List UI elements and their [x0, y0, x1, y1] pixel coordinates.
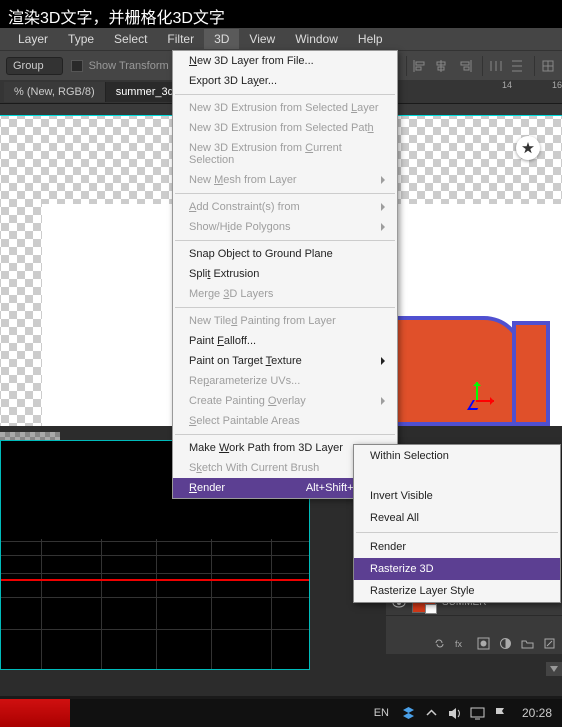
checkbox-icon[interactable]	[71, 60, 83, 72]
menu-item: New 3D Extrusion from Selected Path	[173, 118, 397, 138]
3d-menu-dropdown: New 3D Layer from File...Export 3D Layer…	[172, 50, 398, 499]
menu-item[interactable]: Paint on Target Texture	[173, 351, 397, 371]
submenu-arrow-icon	[381, 223, 389, 231]
tray-arrow-icon[interactable]	[424, 706, 439, 721]
link-icon[interactable]	[433, 637, 446, 650]
menu-type[interactable]: Type	[58, 29, 104, 49]
menu-view[interactable]: View	[239, 29, 285, 49]
menu-item[interactable]: Paint Falloff...	[173, 331, 397, 351]
menu-layer[interactable]: Layer	[8, 29, 58, 49]
context-menu-item[interactable]: Within Selection	[354, 445, 560, 467]
star-icon	[522, 142, 534, 154]
menu-item: New 3D Extrusion from Selected Layer	[173, 98, 397, 118]
tray-dropbox-icon[interactable]	[401, 706, 416, 721]
doc-tab-1[interactable]: % (New, RGB/8)	[4, 82, 106, 102]
menu-item: Reparameterize UVs...	[173, 371, 397, 391]
align-left-icon[interactable]	[406, 56, 428, 76]
menu-item[interactable]: Split Extrusion	[173, 264, 397, 284]
context-menu: Within Selection Invert VisibleReveal All…	[353, 444, 561, 603]
menu-item: New Mesh from Layer	[173, 170, 397, 190]
menu-item[interactable]: Snap Object to Ground Plane	[173, 244, 397, 264]
tray-volume-icon[interactable]	[447, 706, 462, 721]
menu-item: Merge 3D Layers	[173, 284, 397, 304]
menu-item[interactable]: New 3D Layer from File...	[173, 51, 397, 71]
tutorial-title: 渲染3D文字，并栅格化3D文字	[0, 0, 562, 28]
3d-mode-icon[interactable]	[534, 56, 556, 76]
menu-3d[interactable]: 3D	[204, 29, 239, 49]
menu-filter[interactable]: Filter	[157, 29, 204, 49]
svg-text:fx: fx	[455, 639, 463, 649]
distribute-v-icon[interactable]	[506, 56, 528, 76]
fx-icon[interactable]: fx	[455, 637, 468, 650]
tray-flag-icon[interactable]	[493, 706, 508, 721]
submenu-arrow-icon	[381, 176, 389, 184]
context-menu-item[interactable]: Rasterize 3D	[354, 558, 560, 580]
ruler-numbers: 14 16	[502, 80, 562, 90]
context-menu-item[interactable]: Invert Visible	[354, 485, 560, 507]
folder-icon[interactable]	[521, 637, 534, 650]
axis-y-icon[interactable]	[476, 382, 478, 400]
menu-window[interactable]: Window	[285, 29, 348, 49]
context-menu-item[interactable]: Reveal All	[354, 507, 560, 529]
menubar: Layer Type Select Filter 3D View Window …	[0, 28, 562, 50]
new-layer-icon[interactable]	[543, 637, 556, 650]
context-menu-item[interactable]: Rasterize Layer Style	[354, 580, 560, 602]
clock[interactable]: 20:28	[512, 706, 562, 720]
menu-item: Create Painting Overlay	[173, 391, 397, 411]
horizon-line	[1, 579, 309, 581]
submenu-arrow-icon	[381, 203, 389, 211]
submenu-arrow-icon	[381, 357, 389, 365]
adjustment-icon[interactable]	[499, 637, 512, 650]
align-right-icon[interactable]	[454, 56, 476, 76]
menu-item: New Tiled Painting from Layer	[173, 311, 397, 331]
distribute-h-icon[interactable]	[482, 56, 504, 76]
menu-item: Add Constraint(s) from	[173, 197, 397, 217]
submenu-arrow-icon	[381, 397, 389, 405]
taskbar: EN 20:28	[0, 699, 562, 727]
menu-item[interactable]: Export 3D Layer...	[173, 71, 397, 91]
menu-item: Show/Hide Polygons	[173, 217, 397, 237]
context-menu-item[interactable]: Render	[354, 536, 560, 558]
3d-widget-toggle[interactable]	[516, 136, 540, 160]
menu-item: Select Paintable Areas	[173, 411, 397, 431]
mask-icon[interactable]	[477, 637, 490, 650]
start-button[interactable]	[0, 699, 70, 727]
axis-z-icon[interactable]	[467, 400, 483, 410]
scroll-down-icon[interactable]	[546, 662, 562, 676]
menu-help[interactable]: Help	[348, 29, 393, 49]
menu-item: New 3D Extrusion from Current Selection	[173, 138, 397, 170]
tray-monitor-icon[interactable]	[470, 706, 485, 721]
group-select[interactable]: Group	[6, 57, 63, 75]
menu-select[interactable]: Select	[104, 29, 157, 49]
language-indicator[interactable]: EN	[366, 707, 397, 719]
3d-axis-widget[interactable]	[466, 382, 496, 418]
align-hcenter-icon[interactable]	[430, 56, 452, 76]
